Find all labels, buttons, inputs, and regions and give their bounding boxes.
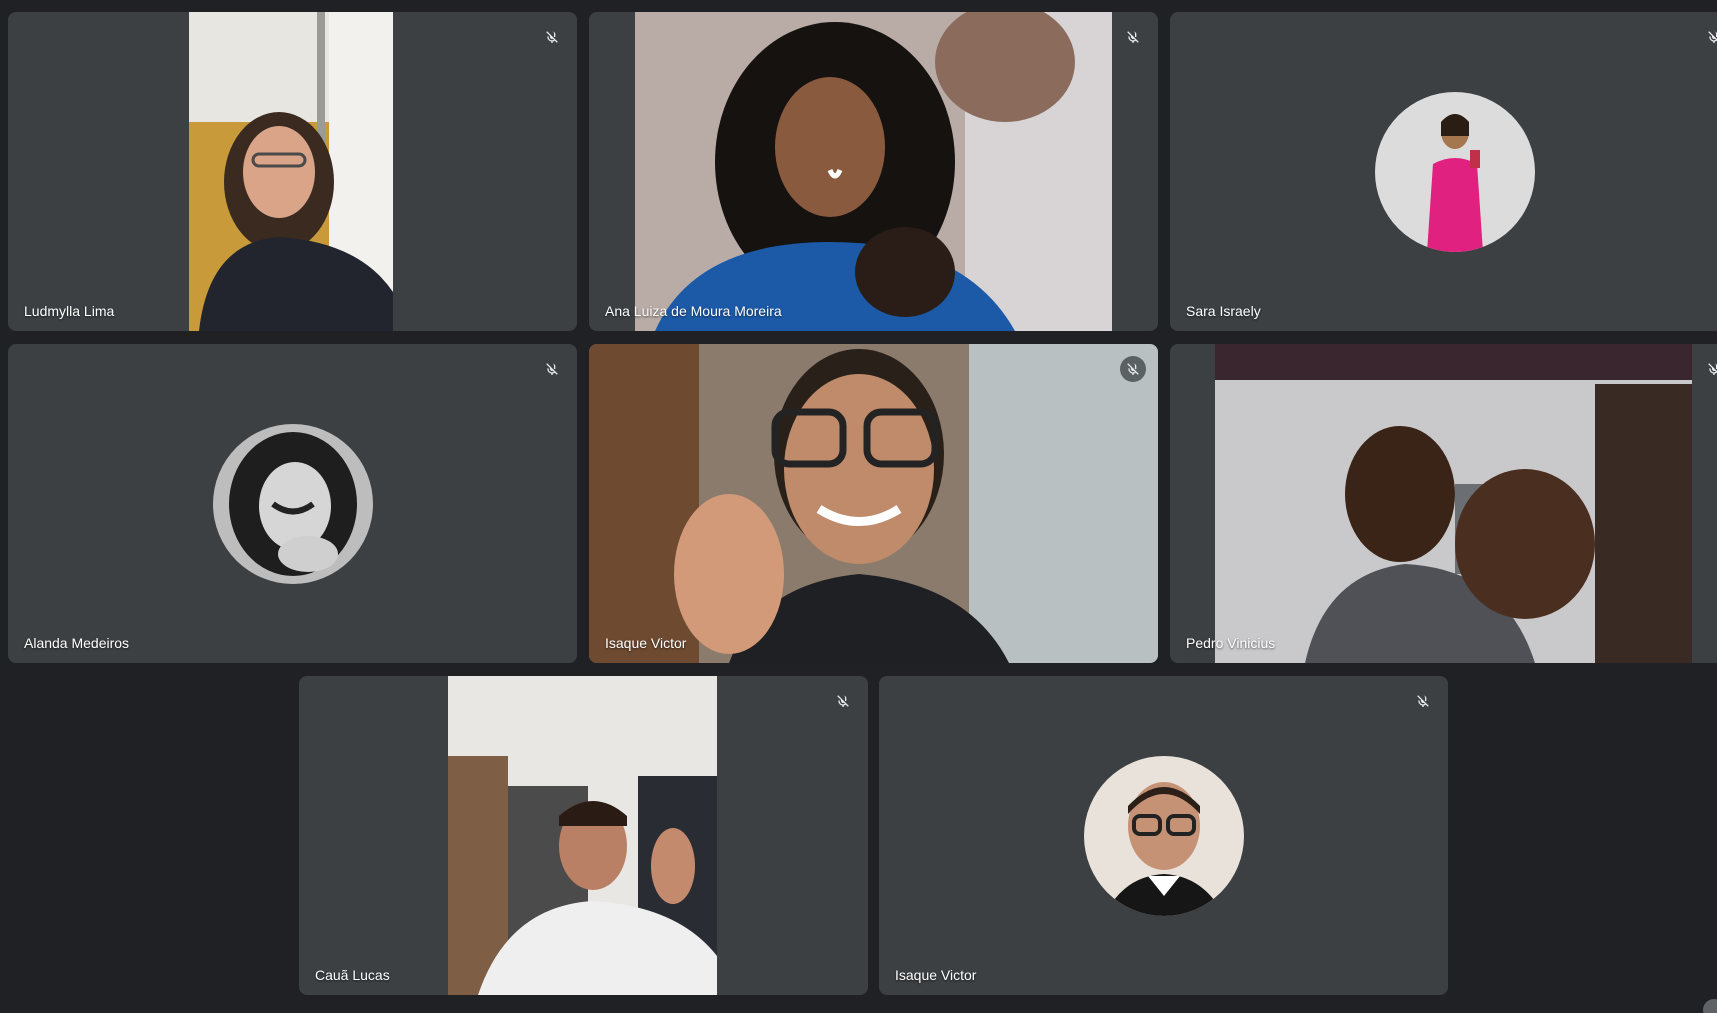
mic-off-icon [539, 24, 565, 50]
mic-off-icon [830, 688, 856, 714]
mic-off-icon [1701, 356, 1717, 382]
floating-control[interactable] [1703, 999, 1717, 1013]
participant-video [448, 676, 717, 995]
meeting-grid: Ludmylla Lima Ana Luiza de Moura Moreira [0, 0, 1717, 1013]
participant-tile[interactable]: Ana Luiza de Moura Moreira [589, 12, 1158, 331]
mic-off-icon [539, 356, 565, 382]
participant-tile[interactable]: Isaque Victor [589, 344, 1158, 663]
participant-name: Cauã Lucas [315, 967, 390, 983]
avatar [212, 423, 373, 584]
participant-name: Pedro Vinicius [1186, 635, 1276, 651]
mic-off-icon [1120, 356, 1146, 382]
participant-name: Isaque Victor [605, 635, 687, 651]
mic-off-icon [1120, 24, 1146, 50]
participant-video [189, 12, 393, 331]
participant-tile[interactable]: Alanda Medeiros [8, 344, 577, 663]
mic-off-icon [1701, 24, 1717, 50]
participant-tile[interactable]: Sara Israely [1170, 12, 1717, 331]
participant-video [589, 344, 1158, 663]
avatar [1374, 91, 1535, 252]
participant-name: Sara Israely [1186, 303, 1261, 319]
participant-tile[interactable]: Cauã Lucas [299, 676, 868, 995]
participant-video [1215, 344, 1692, 663]
avatar [1083, 755, 1244, 916]
participant-tile[interactable]: Isaque Victor [879, 676, 1448, 995]
participant-tile[interactable]: Pedro Vinicius [1170, 344, 1717, 663]
participant-name: Alanda Medeiros [24, 635, 130, 651]
participant-tile[interactable]: Ludmylla Lima [8, 12, 577, 331]
mic-off-icon [1410, 688, 1436, 714]
participant-video [635, 12, 1112, 331]
participant-name: Ludmylla Lima [24, 303, 115, 319]
participant-name: Ana Luiza de Moura Moreira [605, 303, 782, 319]
participant-name: Isaque Victor [895, 967, 977, 983]
